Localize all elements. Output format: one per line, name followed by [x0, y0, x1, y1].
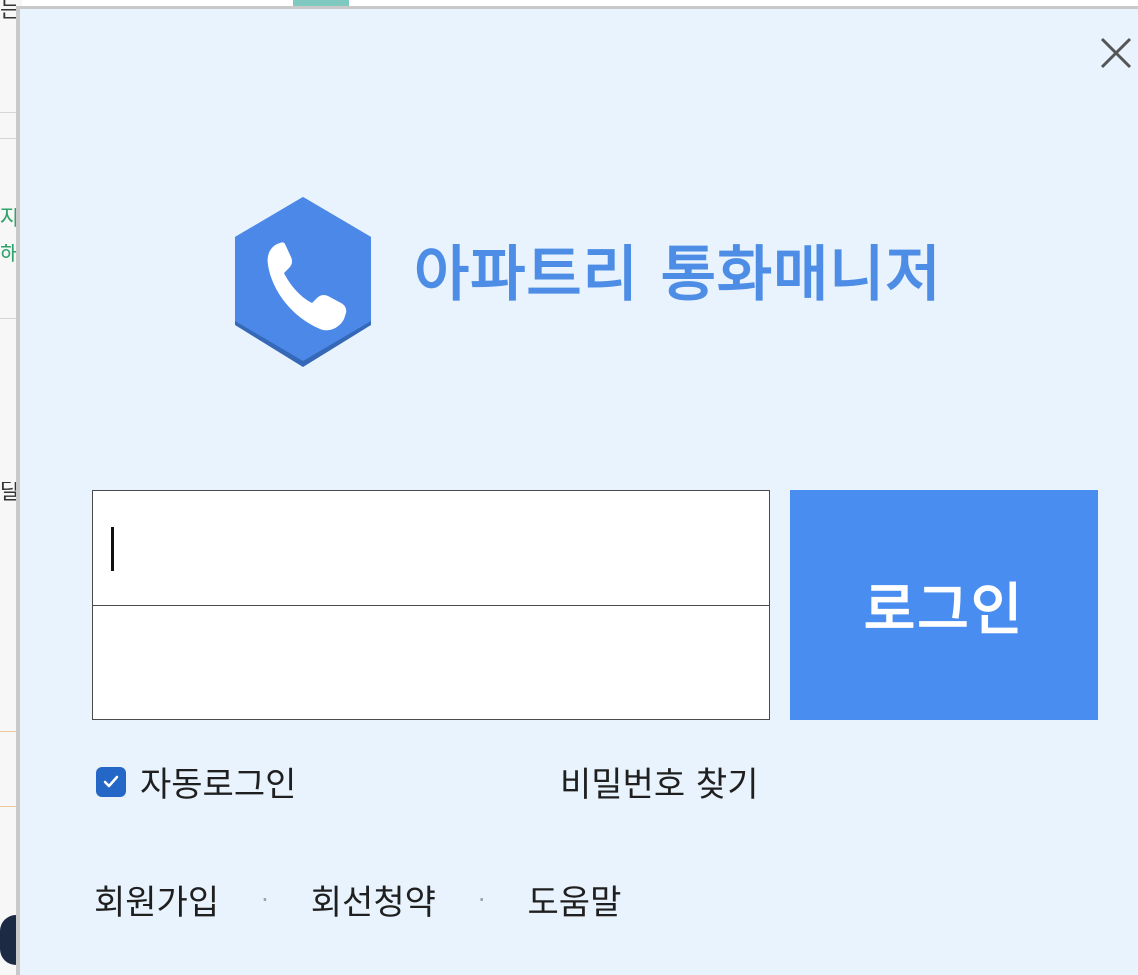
background-text: 는: [0, 0, 16, 22]
background-divider: [0, 112, 16, 113]
close-button[interactable]: [1094, 31, 1138, 75]
close-icon: [1100, 37, 1132, 69]
line-subscription-link[interactable]: 회선청약: [311, 875, 436, 924]
footer-links: 회원가입 · 회선청약 · 도움말: [94, 875, 621, 924]
background-text: 달: [0, 482, 16, 504]
login-button[interactable]: 로그인: [790, 490, 1098, 720]
checkmark-icon: [103, 775, 119, 787]
auto-login-label: 자동로그인: [140, 765, 297, 805]
id-input[interactable]: [93, 491, 769, 605]
background-text: 자: [0, 208, 16, 230]
background-divider: [0, 731, 16, 732]
help-link[interactable]: 도움말: [528, 875, 622, 924]
background-divider: [0, 138, 16, 139]
find-password-link[interactable]: 비밀번호 찾기: [560, 757, 759, 806]
auto-login-checkbox[interactable]: [96, 766, 126, 797]
login-dialog: 아파트리 통화매니저 로그인 자동로그인 비밀번호 찾기 회원가입 · 회선청약…: [16, 6, 1138, 975]
phone-hexagon-icon: [235, 197, 371, 367]
app-title: 아파트리 통화매니저: [414, 240, 942, 310]
credentials-box: [92, 490, 770, 720]
text-cursor: [111, 527, 114, 571]
app-logo: [228, 195, 378, 375]
background-divider: [0, 318, 16, 319]
background-avatar: [0, 915, 16, 965]
link-separator: ·: [477, 885, 486, 914]
auto-login-option[interactable]: 자동로그인: [96, 757, 296, 806]
link-separator: ·: [261, 885, 269, 914]
background-divider: [0, 806, 16, 807]
background-text: 해: [0, 244, 16, 266]
signup-link[interactable]: 회원가입: [94, 875, 219, 924]
password-input[interactable]: [93, 605, 769, 719]
